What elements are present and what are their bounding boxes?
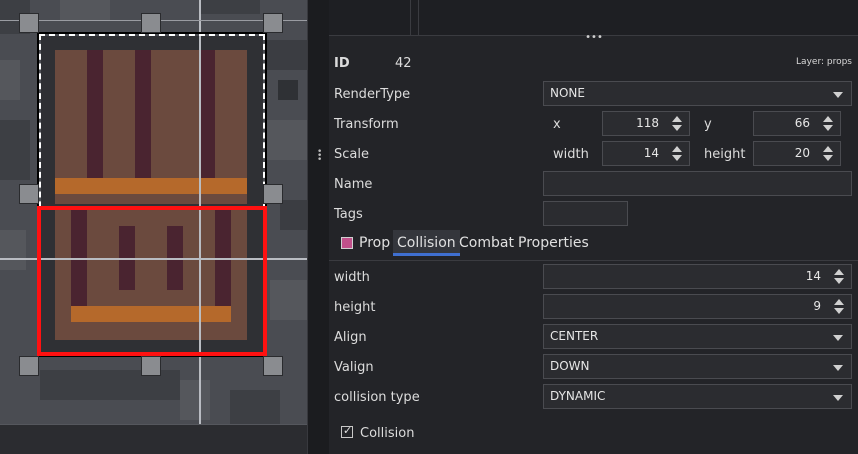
collision-type-label: collision type (334, 390, 420, 405)
tab-prop[interactable]: Prop (355, 230, 394, 256)
align-label: Align (334, 330, 367, 345)
resize-handle-bottom[interactable] (141, 356, 161, 376)
collision-width-label: width (334, 270, 370, 285)
background-tile (180, 380, 210, 420)
spin-arrows-icon[interactable] (667, 143, 687, 164)
prop-tab-icon (341, 237, 353, 249)
panel-splitter[interactable]: • • • (307, 0, 329, 454)
transform-x-input[interactable]: 118 (602, 111, 690, 136)
spin-arrows-icon[interactable] (829, 296, 849, 317)
name-label: Name (334, 177, 373, 192)
valign-label: Valign (334, 360, 374, 375)
align-select[interactable]: CENTER (543, 324, 852, 349)
valign-value: DOWN (550, 359, 590, 373)
background-tile (280, 200, 307, 230)
collision-type-value: DYNAMIC (550, 389, 606, 403)
background-tile (265, 120, 307, 160)
background-tile (60, 0, 110, 20)
chevron-down-icon (833, 365, 843, 371)
canvas-bottom-bar (0, 424, 307, 454)
render-type-select[interactable]: NONE (543, 81, 852, 106)
background-tile (230, 390, 280, 424)
id-value: 42 (395, 56, 412, 71)
id-label: ID (334, 56, 350, 71)
background-tile (265, 40, 307, 70)
resize-handle-right[interactable] (263, 184, 283, 204)
layer-label: Layer: props (796, 57, 852, 67)
background-tile (200, 0, 260, 14)
chevron-down-icon (833, 395, 843, 401)
transform-y-label: y (704, 117, 712, 132)
background-tile (0, 60, 20, 100)
background-tile (278, 80, 298, 100)
resize-handle-top-right[interactable] (263, 13, 283, 33)
background-tile (0, 230, 26, 270)
collision-checkbox-label: Collision (360, 426, 415, 441)
level-canvas[interactable] (0, 0, 307, 454)
collision-width-input[interactable]: 14 (543, 264, 852, 289)
scale-width-value: 14 (643, 146, 659, 160)
inspector-panel: ••• ID 42 Layer: props RenderType NONE T… (329, 0, 858, 454)
scale-width-label: width (553, 147, 589, 162)
collision-height-label: height (334, 300, 376, 315)
spin-arrows-icon[interactable] (829, 266, 849, 287)
render-type-value: NONE (550, 86, 585, 100)
align-value: CENTER (550, 329, 599, 343)
collision-height-value: 9 (813, 299, 821, 313)
scale-height-label: height (704, 147, 746, 162)
splitter-grip-icon[interactable]: • • • (317, 148, 322, 165)
transform-y-input[interactable]: 66 (753, 111, 841, 136)
transform-x-label: x (553, 117, 561, 132)
top-strip-column (411, 0, 419, 36)
resize-handle-left[interactable] (19, 184, 39, 204)
scale-width-input[interactable]: 14 (602, 141, 690, 166)
spin-arrows-icon[interactable] (667, 113, 687, 134)
resize-handle-bottom-right[interactable] (263, 356, 283, 376)
scale-label: Scale (334, 147, 369, 162)
collision-type-select[interactable]: DYNAMIC (543, 384, 852, 409)
tags-label: Tags (334, 207, 363, 222)
transform-y-value: 66 (794, 116, 810, 130)
tab-collision[interactable]: Collision (393, 230, 460, 256)
resize-handle-bottom-left[interactable] (19, 356, 39, 376)
chevron-down-icon (833, 335, 843, 341)
valign-select[interactable]: DOWN (543, 354, 852, 379)
inspector-top-strip (329, 0, 858, 36)
background-tile (0, 120, 30, 180)
resize-handle-top[interactable] (141, 13, 161, 33)
render-type-label: RenderType (334, 87, 411, 102)
collision-checkbox[interactable]: ✓ (341, 424, 353, 438)
tab-combat[interactable]: Combat (455, 230, 518, 256)
top-strip-column (329, 0, 411, 36)
spin-arrows-icon[interactable] (818, 113, 838, 134)
tab-properties[interactable]: Properties (514, 230, 593, 256)
horizontal-splitter-grip-icon[interactable]: ••• (579, 33, 609, 43)
collision-height-input[interactable]: 9 (543, 294, 852, 319)
name-input[interactable] (543, 171, 852, 196)
checkmark-icon: ✓ (343, 424, 353, 437)
transform-label: Transform (334, 117, 399, 132)
transform-x-value: 118 (636, 116, 659, 130)
scale-height-value: 20 (794, 146, 810, 160)
background-tile (270, 280, 307, 320)
collision-width-value: 14 (805, 269, 821, 283)
collision-box[interactable] (37, 206, 267, 356)
spin-arrows-icon[interactable] (818, 143, 838, 164)
resize-handle-top-left[interactable] (19, 13, 39, 33)
tags-input[interactable] (543, 201, 628, 226)
tab-divider (329, 260, 858, 261)
scale-height-input[interactable]: 20 (753, 141, 841, 166)
chevron-down-icon (833, 92, 843, 98)
